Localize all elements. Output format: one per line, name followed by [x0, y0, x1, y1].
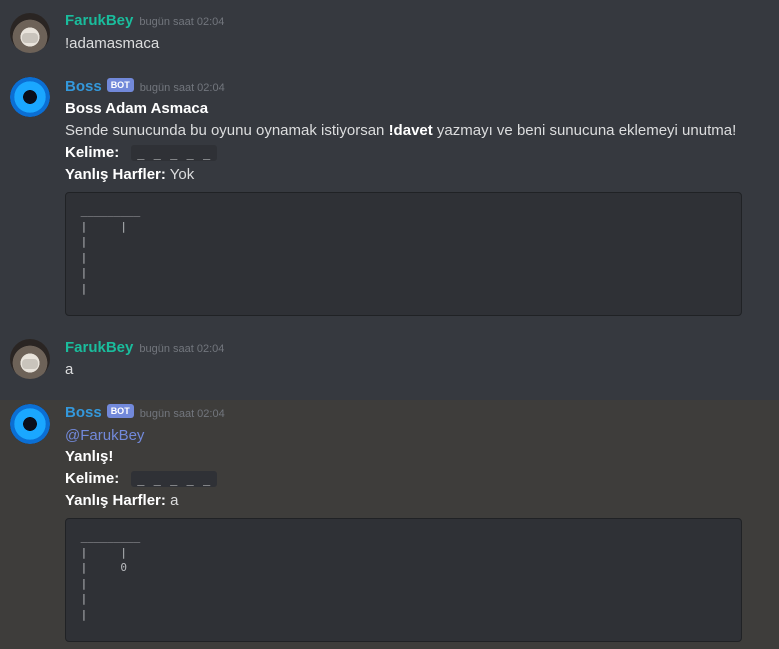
result-text: Yanlış!	[65, 448, 114, 465]
faruk-avatar[interactable]	[10, 13, 50, 53]
message-header: FarukBey bugün saat 02:04	[65, 339, 224, 356]
wrong-letters-label: Yanlış Harfler:	[65, 492, 166, 509]
boss-avatar[interactable]	[10, 404, 50, 444]
message-faruk-2: FarukBey bugün saat 02:04 a	[0, 330, 779, 400]
message-header: FarukBey bugün saat 02:04	[65, 12, 224, 29]
wrong-letters-row: Yanlış Harfler: Yok	[65, 166, 194, 183]
game-title: Boss Adam Asmaca	[65, 100, 209, 117]
boss-avatar[interactable]	[10, 77, 50, 117]
faruk-avatar[interactable]	[10, 339, 50, 379]
message-boss-2: Boss BOT bugün saat 02:04 @FarukBey Yanlış…	[0, 400, 779, 649]
username-boss[interactable]: Boss	[65, 78, 102, 95]
bot-badge: BOT	[106, 78, 134, 92]
message-boss-1: Boss BOT bugün saat 02:04 Boss Adam Asmaca…	[0, 66, 779, 330]
message-text: a	[65, 361, 74, 378]
message-text: !adamasmaca	[65, 35, 160, 52]
invite-text: Sende sunucunda bu oyunu oynamak istiyor…	[65, 122, 736, 139]
bot-badge: BOT	[106, 404, 134, 418]
username-boss[interactable]: Boss	[65, 404, 102, 421]
word-label: Kelime:	[65, 470, 120, 487]
word-value: _ _ _ _ _	[131, 145, 218, 161]
gallows-art: _________ | | | | | |	[80, 204, 141, 295]
word-row: Kelime: _ _ _ _ _	[65, 470, 218, 487]
wrong-letters-value: Yok	[169, 166, 195, 183]
timestamp: bugün saat 02:04	[139, 16, 225, 28]
invite-command: !davet	[388, 122, 433, 139]
wrong-letters-row: Yanlış Harfler: a	[65, 492, 178, 509]
word-value: _ _ _ _ _	[131, 471, 218, 487]
timestamp: bugün saat 02:04	[139, 343, 225, 355]
gallows-codeblock: _________ | | | 0 | | |	[65, 518, 742, 642]
message-header: Boss BOT bugün saat 02:04	[65, 404, 225, 421]
user-mention[interactable]: @FarukBey	[65, 427, 144, 444]
invite-suffix: yazmayı ve beni sunucuna eklemeyi unutma…	[432, 122, 737, 139]
gallows-art: _________ | | | 0 | | |	[80, 530, 141, 621]
timestamp: bugün saat 02:04	[139, 408, 225, 420]
wrong-letters-value: a	[170, 492, 179, 509]
word-row: Kelime: _ _ _ _ _	[65, 144, 218, 161]
message-header: Boss BOT bugün saat 02:04	[65, 78, 225, 95]
username-faruk[interactable]: FarukBey	[65, 12, 133, 29]
gallows-codeblock: _________ | | | | | |	[65, 192, 742, 316]
invite-prefix: Sende sunucunda bu oyunu oynamak istiyor…	[65, 122, 389, 139]
timestamp: bugün saat 02:04	[139, 82, 225, 94]
username-faruk[interactable]: FarukBey	[65, 339, 133, 356]
word-label: Kelime:	[65, 144, 120, 161]
message-faruk-1: FarukBey bugün saat 02:04 !adamasmaca	[0, 0, 779, 66]
wrong-letters-label: Yanlış Harfler:	[65, 166, 166, 183]
